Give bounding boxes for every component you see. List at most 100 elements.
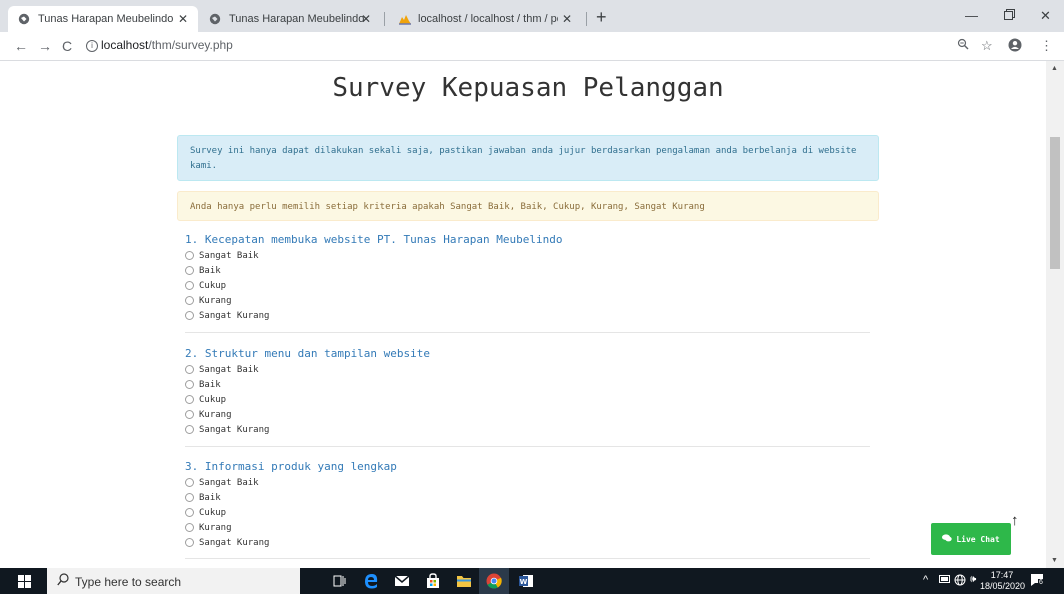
radio-button[interactable] [185,538,194,547]
question-title: 2. Struktur menu dan tampilan website [185,347,431,360]
option-kurang[interactable]: Kurang [185,520,870,535]
bookmark-star-icon[interactable]: ☆ [981,38,993,54]
action-center-icon[interactable]: 6 [1030,573,1044,587]
radio-button[interactable] [185,296,194,305]
option-cukup[interactable]: Cukup [185,278,870,293]
site-info-icon[interactable]: i [86,40,98,52]
tab-1[interactable]: Tunas Harapan Meubelindo ✕ [8,6,198,32]
browser-tab-bar: Tunas Harapan Meubelindo ✕ Tunas Harapan… [0,0,1064,32]
radio-button[interactable] [185,410,194,419]
edge-browser-icon[interactable] [363,573,379,589]
globe-icon [18,13,30,25]
radio-button[interactable] [185,251,194,260]
warning-alert: Anda hanya perlu memilih setiap kriteria… [177,191,879,221]
taskbar-search-box[interactable]: Type here to search [47,568,300,594]
menu-icon[interactable]: ⋮ [1040,38,1053,54]
tab-3[interactable]: localhost / localhost / thm / pen ✕ [388,6,582,32]
live-chat-button[interactable]: Live Chat [931,523,1011,555]
option-sangat-baik[interactable]: Sangat Baik [185,248,870,263]
tab-title: localhost / localhost / thm / pen [418,13,558,25]
radio-button[interactable] [185,365,194,374]
radio-button[interactable] [185,281,194,290]
minimize-icon[interactable]: — [965,8,978,23]
radio-button[interactable] [185,508,194,517]
search-icon [57,573,69,589]
radio-button[interactable] [185,311,194,320]
option-sangat-baik[interactable]: Sangat Baik [185,475,870,490]
tab-title: Tunas Harapan Meubelindo [38,13,174,25]
close-window-icon[interactable]: ✕ [1040,8,1051,24]
windows-start-icon[interactable] [18,575,31,588]
radio-button[interactable] [185,523,194,532]
option-sangat-kurang[interactable]: Sangat Kurang [185,422,870,437]
restore-icon[interactable] [1004,8,1015,23]
page-content: Survey Kepuasan Pelanggan Survey ini han… [0,61,1046,568]
battery-icon[interactable] [939,574,951,586]
scroll-up-icon[interactable]: ▲ [1051,65,1058,72]
option-kurang[interactable]: Kurang [185,293,870,308]
option-kurang[interactable]: Kurang [185,407,870,422]
tab-close-icon[interactable]: ✕ [178,12,188,26]
url-path: /thm/survey.php [148,38,233,52]
word-icon[interactable]: W [518,573,534,589]
search-placeholder: Type here to search [75,575,182,589]
question-1: 1. Kecepatan membuka website PT. Tunas H… [185,232,870,323]
question-title: 3. Informasi produk yang lengkap [185,460,397,473]
scroll-thumb[interactable] [1050,137,1060,269]
forward-icon[interactable]: → [38,38,52,54]
option-sangat-baik[interactable]: Sangat Baik [185,362,870,377]
store-icon[interactable] [425,573,441,589]
zoom-icon[interactable] [957,38,969,53]
address-bar[interactable]: localhost/thm/survey.php [101,38,233,52]
radio-button[interactable] [185,425,194,434]
url-host: localhost [101,38,149,52]
tab-title: Tunas Harapan Meubelindo [229,13,365,25]
clock-time: 17:47 [990,570,1014,580]
radio-button[interactable] [185,266,194,275]
option-label: Kurang [199,295,232,306]
back-icon[interactable]: ← [14,38,28,54]
windows-taskbar: Type here to search W ^ 🕪 17:47 18/05/20… [0,568,1064,594]
tab-close-icon[interactable]: ✕ [361,12,371,26]
tab-2[interactable]: Tunas Harapan Meubelindo ✕ [199,6,381,32]
option-label: Sangat Kurang [199,424,270,435]
question-divider [185,332,870,333]
option-label: Kurang [199,522,232,533]
tab-separator [586,12,587,26]
scroll-down-icon[interactable]: ▼ [1051,557,1058,564]
account-icon[interactable] [1008,38,1022,55]
option-baik[interactable]: Baik [185,490,870,505]
mail-icon[interactable] [394,573,410,589]
question-2: 2. Struktur menu dan tampilan website Sa… [185,346,870,437]
radio-button[interactable] [185,380,194,389]
option-label: Sangat Baik [199,364,259,375]
page-title: Survey Kepuasan Pelanggan [332,73,724,103]
option-cukup[interactable]: Cukup [185,505,870,520]
tab-separator [384,12,385,26]
option-cukup[interactable]: Cukup [185,392,870,407]
chrome-icon[interactable] [479,568,509,594]
radio-button[interactable] [185,478,194,487]
option-baik[interactable]: Baik [185,263,870,278]
file-explorer-icon[interactable] [456,573,472,589]
scroll-to-top-icon[interactable]: ↑ [1011,512,1019,529]
new-tab-icon[interactable]: + [596,8,607,26]
radio-button[interactable] [185,395,194,404]
taskbar-clock[interactable]: 17:47 18/05/2020 [980,570,1025,592]
network-icon[interactable] [954,574,966,589]
svg-text:W: W [520,578,528,586]
option-label: Sangat Baik [199,250,259,261]
option-sangat-kurang[interactable]: Sangat Kurang [185,535,870,550]
option-sangat-kurang[interactable]: Sangat Kurang [185,308,870,323]
radio-button[interactable] [185,493,194,502]
option-label: Sangat Kurang [199,310,270,321]
info-alert: Survey ini hanya dapat dilakukan sekali … [177,135,879,181]
page-scrollbar[interactable]: ▲ ▼ [1046,61,1064,568]
tray-overflow-icon[interactable]: ^ [923,574,928,586]
option-baik[interactable]: Baik [185,377,870,392]
volume-icon[interactable]: 🕪 [970,574,976,585]
task-view-icon[interactable] [332,573,348,589]
reload-icon[interactable]: C [62,38,72,54]
question-divider [185,558,870,559]
tab-close-icon[interactable]: ✕ [562,12,572,26]
